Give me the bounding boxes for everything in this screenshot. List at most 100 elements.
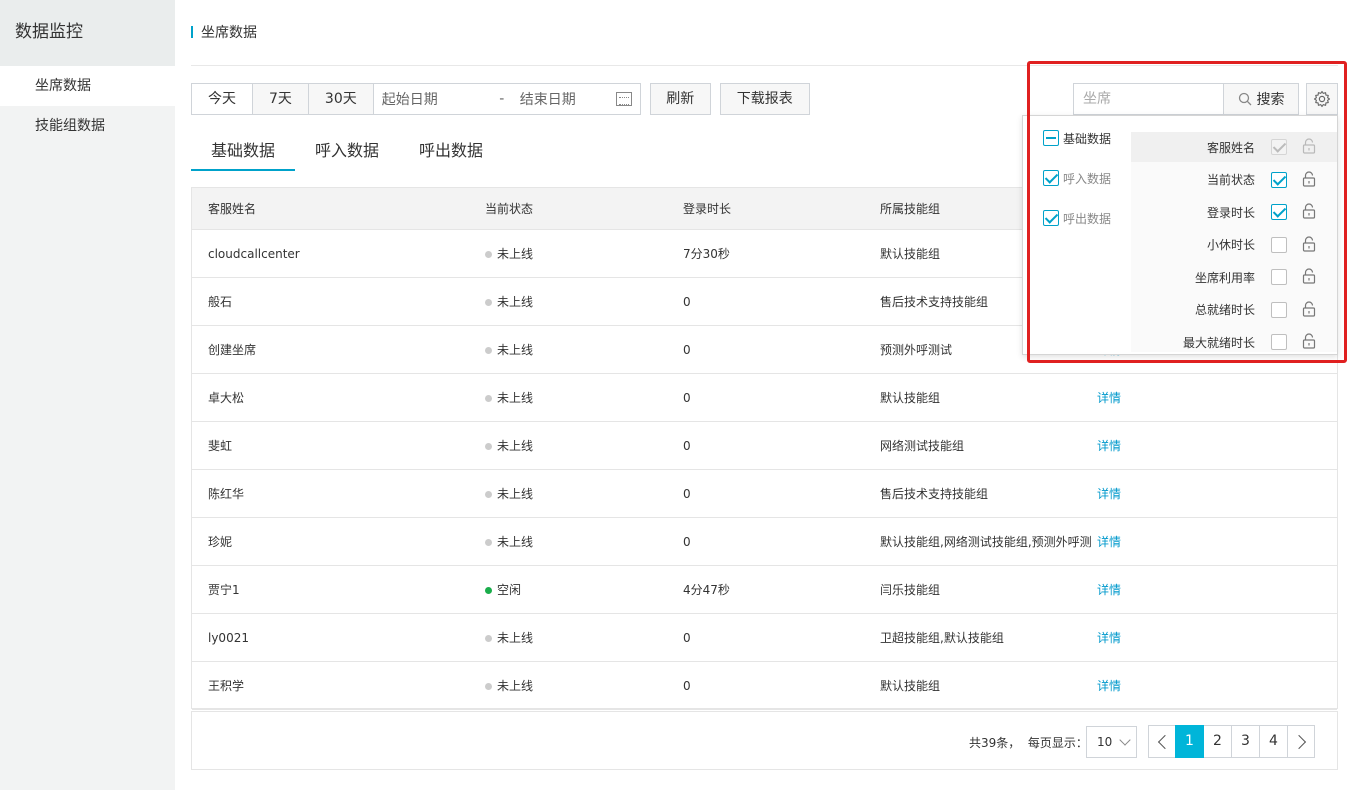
chevron-down-icon xyxy=(1119,734,1131,746)
status-dot-icon xyxy=(485,395,492,402)
group-inbound-data-label: 呼入数据 xyxy=(1063,171,1112,186)
column-field-label: 客服姓名 xyxy=(1206,140,1255,155)
agent-status: 未上线 xyxy=(485,341,675,358)
page-button-4[interactable]: 4 xyxy=(1259,725,1288,758)
page-title: 坐席数据 xyxy=(201,25,257,41)
page-size-label: 每页显示： xyxy=(1027,736,1088,750)
column-field-label: 总就绪时长 xyxy=(1194,303,1255,317)
column-field-checkbox[interactable] xyxy=(1271,334,1287,350)
start-date-input[interactable]: 起始日期 xyxy=(382,89,492,109)
agent-name: ly0021 xyxy=(208,630,249,645)
status-text: 未上线 xyxy=(497,439,534,453)
lock-icon[interactable] xyxy=(1302,268,1316,287)
end-date-input[interactable]: 结束日期 xyxy=(512,89,616,109)
agent-name: 卓大松 xyxy=(208,391,245,405)
status-text: 未上线 xyxy=(497,295,534,309)
lock-icon[interactable] xyxy=(1302,138,1316,157)
lock-icon[interactable] xyxy=(1302,235,1316,255)
column-field-row[interactable]: 小休时长 xyxy=(1131,230,1337,260)
tab-inbound-data[interactable]: 呼入数据 xyxy=(295,136,399,171)
column-field-checkbox[interactable] xyxy=(1271,204,1287,220)
column-settings-button[interactable] xyxy=(1306,83,1338,115)
date-separator: - xyxy=(499,91,505,107)
agent-name: 陈红华 xyxy=(208,487,245,501)
calendar-icon[interactable] xyxy=(615,92,632,106)
prev-page-button[interactable] xyxy=(1148,725,1176,758)
page-size-select[interactable]: 10 xyxy=(1086,726,1137,758)
tab-basic-data[interactable]: 基础数据 xyxy=(191,136,296,171)
sidebar-item-skill-group-data[interactable]: 技能组数据 xyxy=(0,106,175,146)
details-link[interactable]: 详情 xyxy=(1097,437,1157,454)
details-link[interactable]: 详情 xyxy=(1097,389,1157,406)
sidebar-item-agent-data[interactable]: 坐席数据 xyxy=(0,66,175,106)
skill-group: 默认技能组 xyxy=(880,679,941,693)
column-field-row[interactable]: 最大就绪时长 xyxy=(1131,327,1337,357)
column-field-checkbox[interactable] xyxy=(1271,301,1287,318)
agent-status: 未上线 xyxy=(485,245,675,262)
range-today-button[interactable]: 今天 xyxy=(191,83,253,115)
group-basic-data-checkbox[interactable] xyxy=(1043,130,1059,146)
agent-status: 未上线 xyxy=(485,389,675,406)
status-dot-icon xyxy=(485,683,492,690)
column-field-row[interactable]: 坐席利用率 xyxy=(1131,262,1337,292)
status-dot-icon xyxy=(485,539,492,546)
status-dot-icon xyxy=(485,347,492,354)
lock-icon[interactable] xyxy=(1302,300,1316,320)
column-field-checkbox[interactable] xyxy=(1271,269,1287,285)
agent-name: 贾宁1 xyxy=(208,583,240,597)
tab-outbound-data[interactable]: 呼出数据 xyxy=(399,136,503,171)
lock-icon[interactable] xyxy=(1302,333,1316,352)
total-count: 共39条， xyxy=(969,736,1021,750)
agent-name: 斐虹 xyxy=(208,439,233,453)
lock-icon[interactable] xyxy=(1302,170,1316,190)
page-size-value: 10 xyxy=(1097,735,1113,749)
column-field-row[interactable]: 客服姓名 xyxy=(1131,132,1337,162)
title-accent-bar xyxy=(191,26,193,38)
table-row: 陈红华 未上线 0 售后技术支持技能组 详情 xyxy=(192,470,1337,518)
column-field-checkbox[interactable] xyxy=(1271,236,1287,253)
toolbar: 今天 7天 30天 起始日期 - 结束日期 刷新 下载报表 xyxy=(191,83,810,115)
page-button-3[interactable]: 3 xyxy=(1231,725,1260,758)
date-range-picker[interactable]: 起始日期 - 结束日期 xyxy=(372,83,641,115)
login-duration: 0 xyxy=(683,438,691,453)
lock-icon[interactable] xyxy=(1302,203,1316,222)
status-dot-icon xyxy=(485,635,492,642)
search-button[interactable]: 搜索 xyxy=(1223,83,1299,115)
table-row: ly0021 未上线 0 卫超技能组,默认技能组 详情 xyxy=(192,614,1337,662)
column-header-status: 当前状态 xyxy=(485,202,534,216)
column-field-row[interactable]: 登录时长 xyxy=(1131,197,1337,227)
details-link[interactable]: 详情 xyxy=(1097,581,1157,598)
agent-search-input[interactable]: 坐席 xyxy=(1073,83,1224,115)
group-inbound-data-checkbox[interactable] xyxy=(1043,170,1059,186)
column-field-row[interactable]: 总就绪时长 xyxy=(1131,295,1337,325)
download-report-button[interactable]: 下载报表 xyxy=(719,83,810,115)
range-7days-button[interactable]: 7天 xyxy=(252,83,309,115)
search-icon xyxy=(1238,92,1251,106)
details-link[interactable]: 详情 xyxy=(1097,485,1157,502)
column-field-row[interactable]: 当前状态 xyxy=(1131,165,1337,195)
column-field-checkbox[interactable] xyxy=(1271,171,1287,188)
column-field-checkbox xyxy=(1271,139,1287,155)
refresh-button[interactable]: 刷新 xyxy=(649,83,711,115)
page-button-1[interactable]: 1 xyxy=(1175,725,1204,758)
details-link[interactable]: 详情 xyxy=(1097,677,1157,694)
details-link[interactable]: 详情 xyxy=(1097,533,1157,550)
status-dot-icon xyxy=(485,491,492,498)
status-text: 未上线 xyxy=(497,391,534,405)
login-duration: 0 xyxy=(683,486,691,501)
table-row: 王积学 未上线 0 默认技能组 详情 xyxy=(192,662,1337,710)
pagination-summary: 共39条， 每页显示： xyxy=(969,734,1088,751)
next-page-button[interactable] xyxy=(1287,725,1315,758)
login-duration: 0 xyxy=(683,678,691,693)
column-settings-panel: 基础数据 呼入数据 呼出数据 客服姓名当前状态 登录时长 小休时长 坐席利用率总就绪时… xyxy=(1022,115,1338,355)
skill-group: 默认技能组 xyxy=(880,391,941,405)
group-outbound-data-checkbox[interactable] xyxy=(1043,210,1059,226)
page-button-2[interactable]: 2 xyxy=(1203,725,1232,758)
group-inbound-data[interactable]: 呼入数据 xyxy=(1043,168,1111,188)
details-link[interactable]: 详情 xyxy=(1097,629,1157,646)
group-outbound-data[interactable]: 呼出数据 xyxy=(1043,208,1111,228)
range-30days-button[interactable]: 30天 xyxy=(307,83,374,115)
group-basic-data[interactable]: 基础数据 xyxy=(1043,128,1111,148)
date-range-buttons: 今天 7天 30天 xyxy=(191,83,374,115)
skill-group: 闫乐技能组 xyxy=(880,583,941,597)
